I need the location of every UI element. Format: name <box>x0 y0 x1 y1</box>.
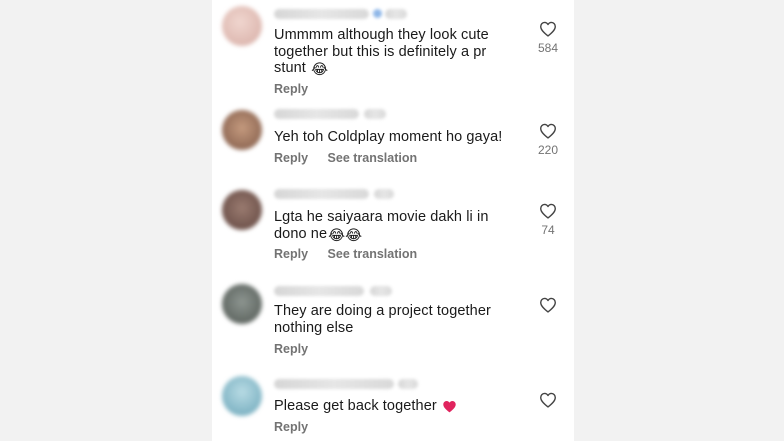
comment-text-body: Please get back together <box>274 398 437 414</box>
username-redacted-tail <box>385 9 407 19</box>
like-count: 584 <box>537 41 559 55</box>
comment-text: Lgta he saiyaara movie dakh li in dono n… <box>274 209 514 244</box>
like-count: 220 <box>537 143 559 157</box>
laughing-emoji-icon: 😂 <box>311 62 329 78</box>
comment-text-body: Ummmm although they look cute together b… <box>274 27 489 76</box>
comment-text: Ummmm although they look cute together b… <box>274 27 514 79</box>
username-redacted[interactable] <box>274 9 369 19</box>
avatar[interactable] <box>222 6 262 46</box>
avatar[interactable] <box>222 110 262 150</box>
reply-button[interactable]: Reply <box>274 82 308 96</box>
username-redacted-tail <box>374 189 394 199</box>
comment-actions: Reply <box>274 82 324 96</box>
heart-outline-icon[interactable] <box>538 203 558 219</box>
avatar[interactable] <box>222 284 262 324</box>
username-redacted-tail <box>398 379 418 389</box>
comment-text: Please get back together <box>274 398 514 417</box>
like-control <box>538 297 558 317</box>
username-redacted[interactable] <box>274 379 394 389</box>
like-control: 220 <box>538 123 558 157</box>
comment-text-body: They are doing a project together nothin… <box>274 303 491 336</box>
red-heart-emoji-icon <box>442 400 457 417</box>
heart-outline-icon[interactable] <box>538 297 558 313</box>
like-control: 74 <box>538 203 558 237</box>
verified-badge-icon <box>373 9 382 18</box>
comment-text-body: Yeh toh Coldplay moment ho gaya! <box>274 129 503 145</box>
heart-outline-icon[interactable] <box>538 123 558 139</box>
comments-panel: Ummmm although they look cute together b… <box>212 0 574 441</box>
comment-actions: Reply <box>274 420 324 434</box>
username-redacted-tail <box>364 109 386 119</box>
reply-button[interactable]: Reply <box>274 247 308 261</box>
like-control <box>538 392 558 412</box>
avatar[interactable] <box>222 376 262 416</box>
screenshot: Ummmm although they look cute together b… <box>0 0 784 441</box>
username-redacted[interactable] <box>274 109 359 119</box>
username-redacted[interactable] <box>274 189 369 199</box>
comment-text-body: Lgta he saiyaara movie dakh li in dono n… <box>274 209 489 242</box>
laughing-emoji-icon: 😂😂 <box>328 227 363 244</box>
see-translation-button[interactable]: See translation <box>328 247 418 261</box>
heart-outline-icon[interactable] <box>538 392 558 408</box>
comment-text: Yeh toh Coldplay moment ho gaya! <box>274 129 514 146</box>
comment-actions: Reply See translation <box>274 247 433 261</box>
like-control: 584 <box>538 21 558 55</box>
avatar[interactable] <box>222 190 262 230</box>
comment-actions: Reply See translation <box>274 151 433 165</box>
username-redacted-tail <box>370 286 392 296</box>
see-translation-button[interactable]: See translation <box>328 151 418 165</box>
comment-text: They are doing a project together nothin… <box>274 303 514 336</box>
heart-outline-icon[interactable] <box>538 21 558 37</box>
comment-actions: Reply <box>274 342 324 356</box>
reply-button[interactable]: Reply <box>274 342 308 356</box>
reply-button[interactable]: Reply <box>274 420 308 434</box>
username-redacted[interactable] <box>274 286 364 296</box>
like-count: 74 <box>541 223 555 237</box>
reply-button[interactable]: Reply <box>274 151 308 165</box>
